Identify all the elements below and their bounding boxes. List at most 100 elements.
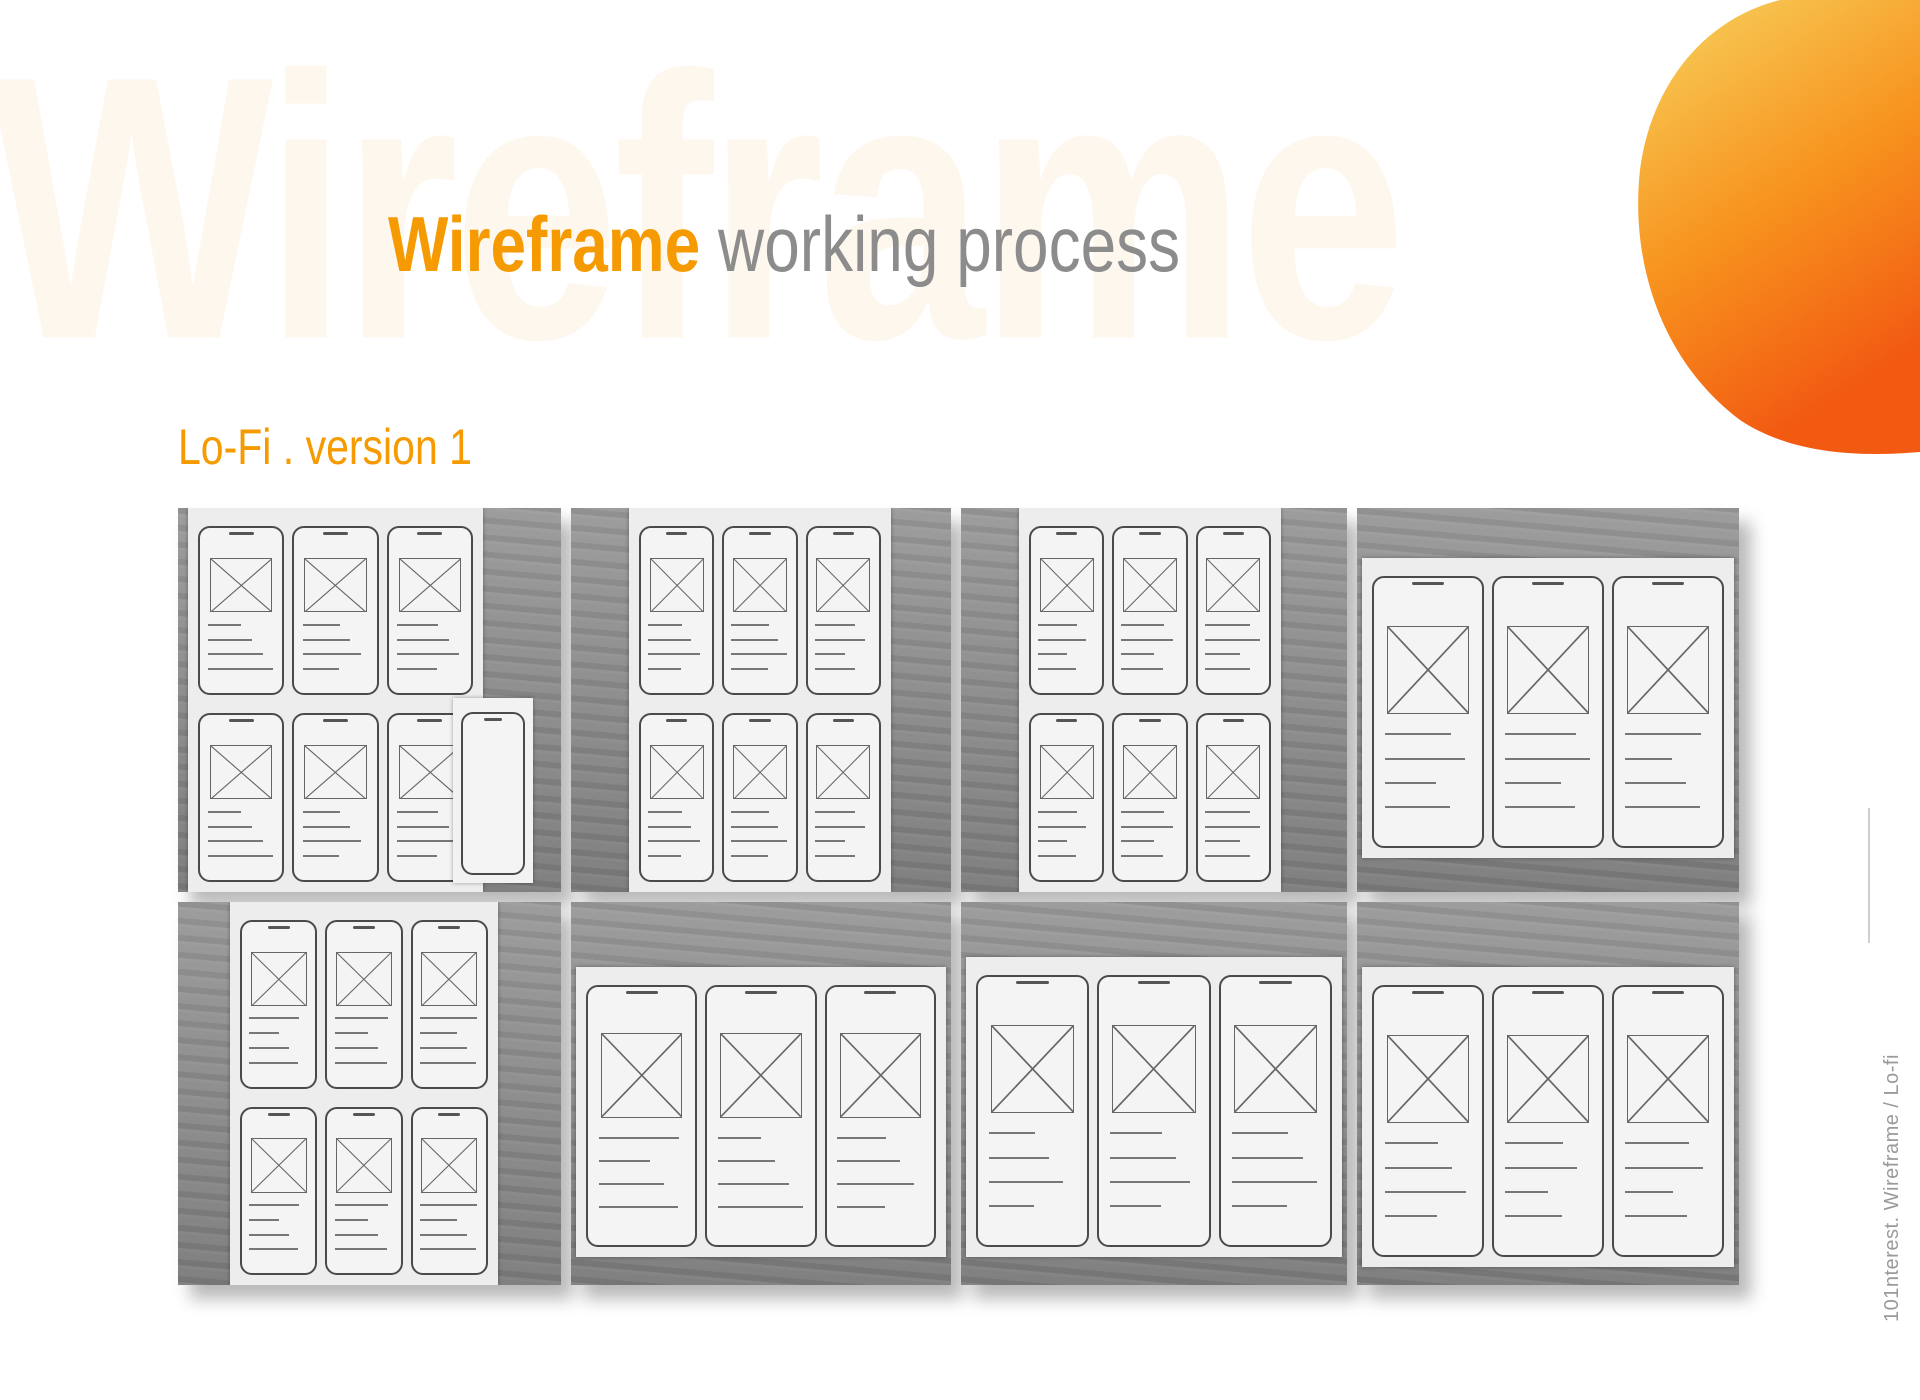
sketch-phone-frame (722, 713, 798, 882)
sketch-text-line (302, 855, 339, 858)
sketch-phone-frame (198, 526, 285, 695)
sketch-text-line (419, 1218, 458, 1221)
sketch-image-placeholder (1386, 1035, 1470, 1123)
sketch-text-line (302, 623, 340, 626)
sketch-text-line (396, 653, 460, 656)
sketch-text-line (1204, 855, 1250, 858)
sketch-text-line (1038, 638, 1086, 641)
sketch-text-line (1110, 1180, 1191, 1183)
sketch-text-line (988, 1132, 1035, 1135)
sketch-text-line (648, 855, 681, 858)
sketch-image-placeholder (209, 744, 273, 800)
page-title: Wireframe working process (388, 205, 1180, 283)
sketch-phone-frame (639, 526, 715, 695)
sketch-photo-grid (178, 508, 1739, 1285)
sketch-image-placeholder (1112, 1025, 1196, 1113)
sketch-image-placeholder (1122, 744, 1178, 800)
sketch-text-line (1038, 810, 1077, 813)
sketch-photo-1 (178, 508, 561, 892)
sketch-image-placeholder (398, 744, 462, 800)
sketch-text-line (837, 1183, 914, 1186)
sketch-text-line (718, 1183, 789, 1186)
sketch-text-line (1204, 653, 1241, 656)
sketch-image-placeholder (720, 1033, 802, 1118)
sketch-text-line (1504, 1142, 1564, 1145)
sketch-image-placeholder (1506, 626, 1590, 714)
sketch-text-line (249, 1248, 299, 1251)
sketch-text-line (1121, 668, 1163, 671)
sketch-text-line (1038, 668, 1076, 671)
sketch-text-line (208, 638, 252, 641)
sketch-image-placeholder (1206, 744, 1261, 800)
sketch-phone-frame (240, 920, 318, 1089)
sketch-text-line (1121, 855, 1163, 858)
sketch-text-line (249, 1047, 289, 1050)
sketch-photo-8 (1357, 902, 1739, 1285)
sketch-text-line (1121, 810, 1164, 813)
sketch-text-line (731, 840, 788, 843)
sketch-phone-frame (325, 920, 403, 1089)
title-rest: working process (718, 200, 1181, 288)
sketch-text-line (419, 1203, 478, 1206)
sketch-image-placeholder (1626, 1035, 1710, 1123)
sketch-text-line (302, 653, 361, 656)
sketch-text-line (1504, 781, 1561, 784)
sketch-text-line (814, 668, 855, 671)
sketch-text-line (814, 825, 865, 828)
sketch-photo-3 (961, 508, 1347, 892)
sketch-text-line (988, 1204, 1034, 1207)
sketch-text-line (1231, 1180, 1317, 1183)
sketch-text-line (419, 1233, 467, 1236)
sketch-text-line (1110, 1204, 1161, 1207)
sketch-paper (1362, 967, 1734, 1267)
sketch-text-line (1624, 805, 1701, 808)
sketch-text-line (208, 840, 263, 843)
sketch-text-line (249, 1032, 280, 1035)
sketch-phone-frame (386, 526, 473, 695)
sketch-text-line (731, 653, 788, 656)
sketch-image-placeholder (304, 557, 367, 613)
sketch-text-line (1110, 1132, 1162, 1135)
sketch-image-placeholder (600, 1033, 683, 1118)
sketch-text-line (1204, 638, 1260, 641)
sketch-image-placeholder (732, 557, 788, 613)
sketch-text-line (419, 1032, 458, 1035)
sketch-paper (1019, 508, 1281, 892)
sketch-text-line (837, 1136, 886, 1139)
sketch-text-line (334, 1203, 389, 1206)
sketch-text-line (1384, 1166, 1452, 1169)
sketch-phone-frame (805, 526, 881, 695)
sketch-phone-frame (1097, 975, 1211, 1247)
sketch-phone-frame (805, 713, 881, 882)
sketch-photo-2 (571, 508, 951, 892)
sketch-text-line (1121, 840, 1154, 843)
sketch-image-placeholder (649, 744, 704, 800)
sketch-text-line (731, 638, 778, 641)
sketch-text-line (718, 1206, 803, 1209)
sketch-text-line (1384, 1142, 1438, 1145)
sketch-text-line (837, 1206, 885, 1209)
sketch-text-line (334, 1248, 388, 1251)
sketch-text-line (302, 825, 351, 828)
sketch-paper (629, 508, 891, 892)
sketch-text-line (1384, 1214, 1437, 1217)
sketch-text-line (334, 1233, 378, 1236)
sketch-phone-frame (461, 712, 525, 875)
sketch-text-line (814, 840, 846, 843)
sketch-image-placeholder (421, 1138, 478, 1193)
sketch-text-line (814, 810, 856, 813)
sketch-phone-frame (1492, 576, 1604, 848)
sketch-image-placeholder (816, 557, 871, 613)
sketch-phone-frame (1612, 985, 1724, 1257)
sketch-image-placeholder (649, 557, 704, 613)
sketch-image-placeholder (250, 1138, 307, 1193)
sketch-photo-4 (1357, 508, 1739, 892)
sketch-text-line (302, 810, 340, 813)
sketch-phone-frame (705, 985, 817, 1247)
sketch-text-line (249, 1203, 300, 1206)
sketch-text-line (1204, 810, 1251, 813)
sketch-text-line (396, 810, 439, 813)
sketch-text-line (1504, 1166, 1578, 1169)
sketch-text-line (302, 668, 339, 671)
sketch-image-placeholder (1206, 557, 1261, 613)
